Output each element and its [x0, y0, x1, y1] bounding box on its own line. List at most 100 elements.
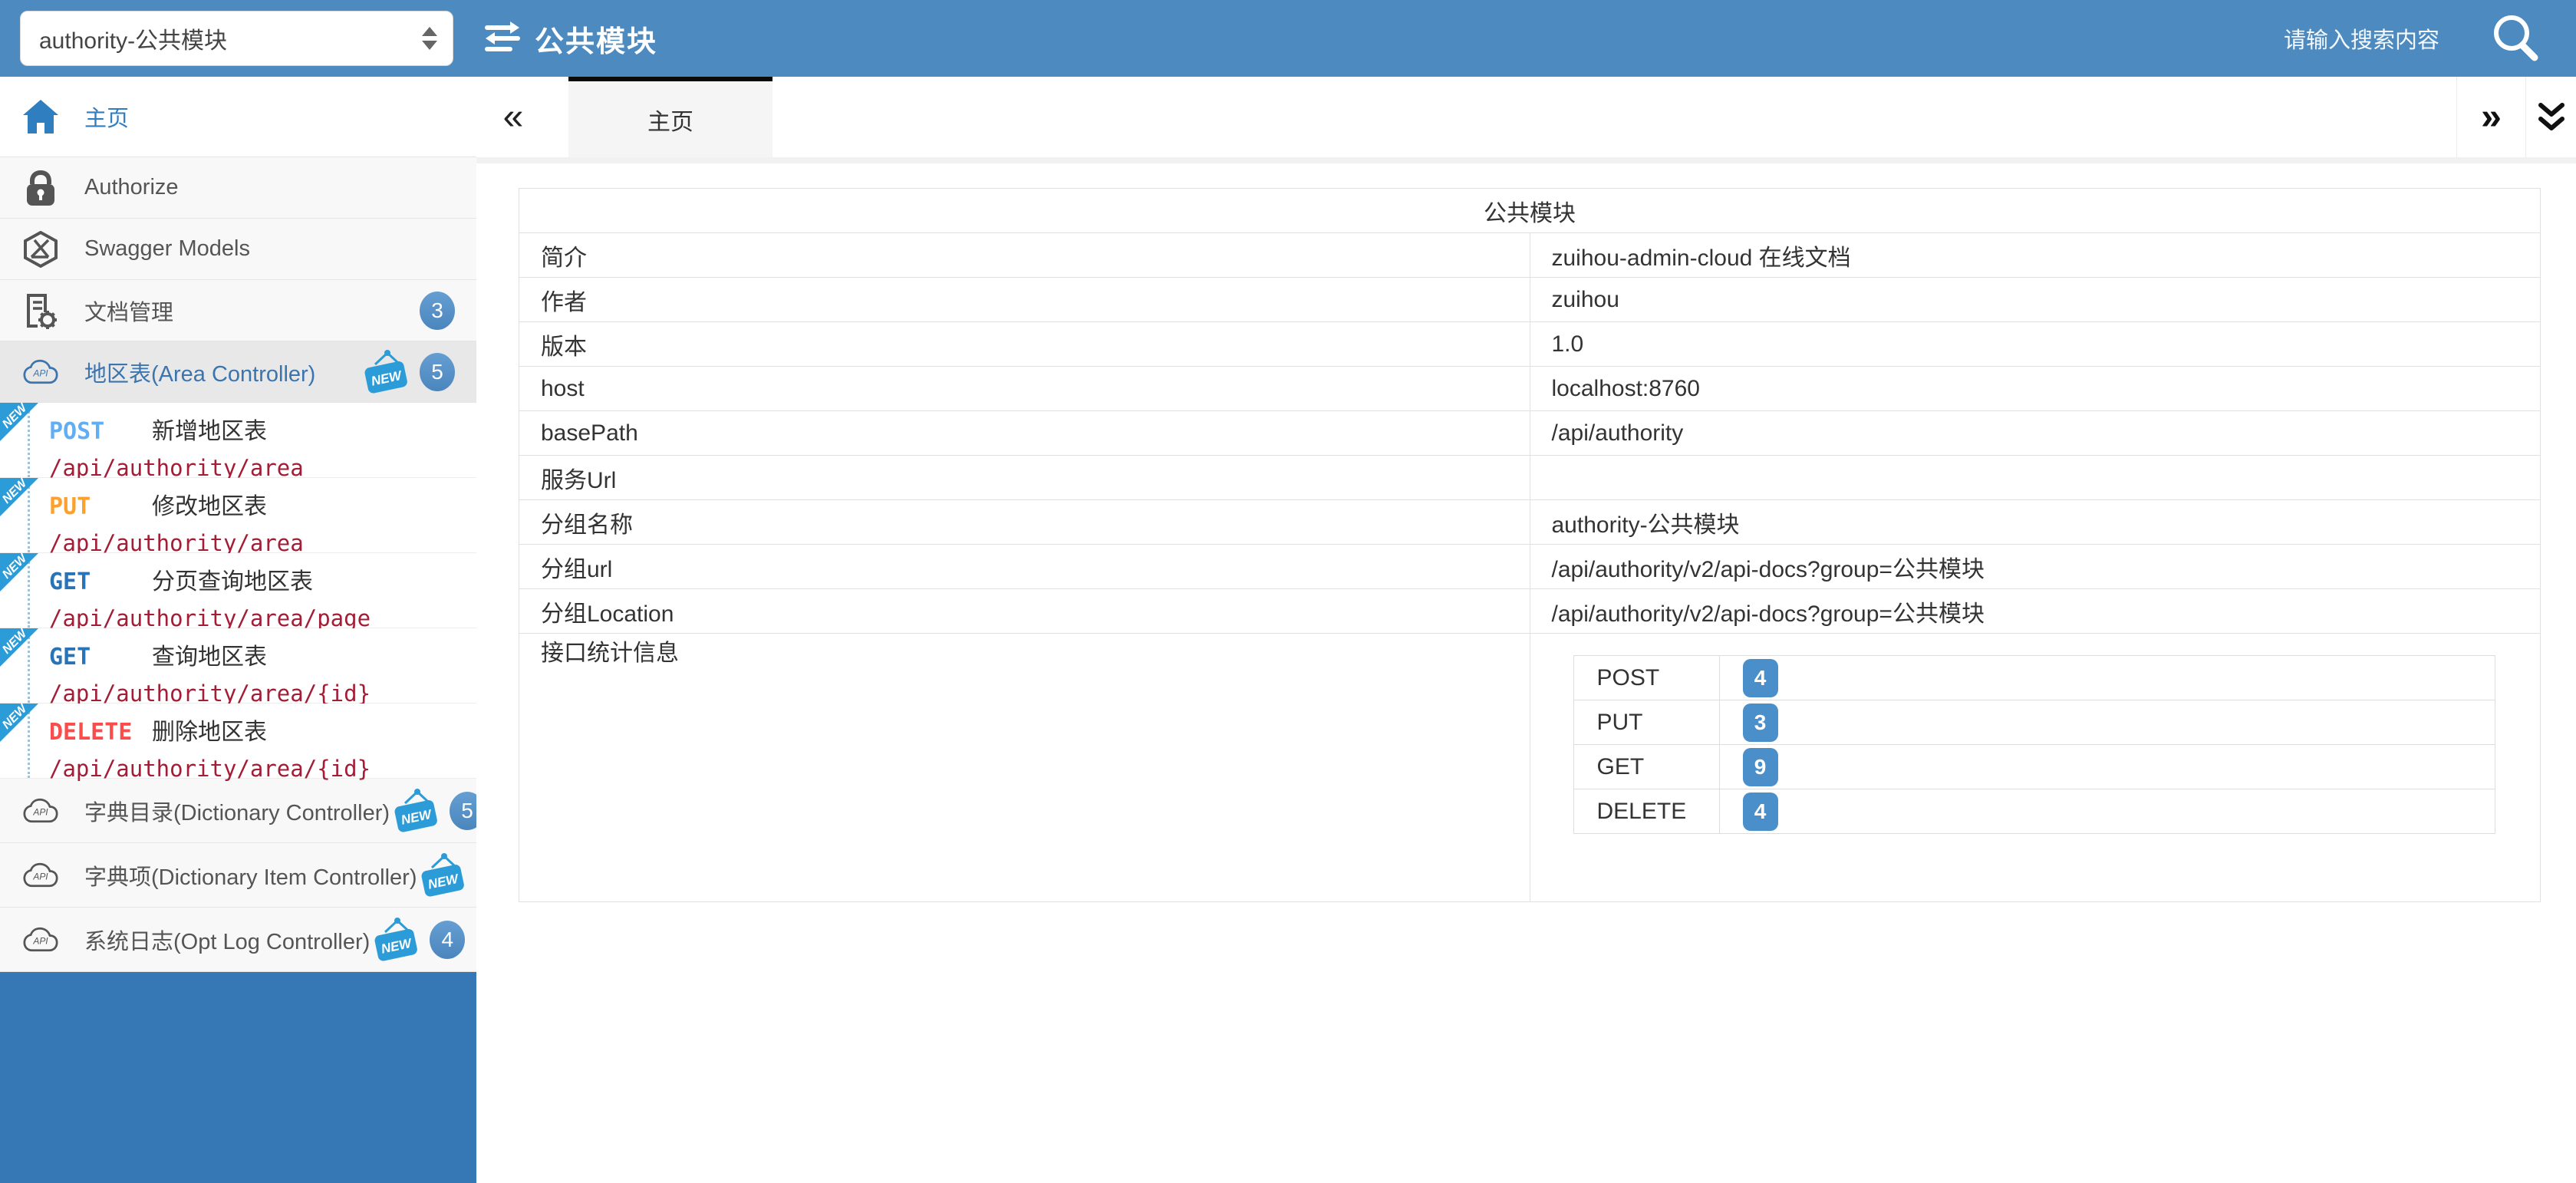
- info-value: zuihou-admin-cloud 在线文档: [1530, 233, 2541, 278]
- info-value: [1530, 456, 2541, 500]
- sidebar-item-dictionary-item-controller[interactable]: API 字典项(Dictionary Item Controller) NEW …: [0, 843, 476, 908]
- select-stepper-icon: [422, 27, 437, 50]
- endpoint-summary: 修改地区表: [152, 487, 267, 521]
- endpoint-summary: 查询地区表: [152, 638, 267, 671]
- tab-home[interactable]: 主页: [568, 77, 772, 157]
- info-value: /api/authority: [1530, 411, 2541, 456]
- table-row: 服务Url: [519, 456, 2541, 500]
- group-info-table: 公共模块 简介 zuihou-admin-cloud 在线文档 作者 zuiho…: [519, 188, 2541, 902]
- brand: 公共模块: [484, 18, 657, 60]
- doc-settings-icon: [23, 292, 58, 329]
- sidebar-item-doc-manage[interactable]: 文档管理 3: [0, 280, 476, 341]
- method-label: GET: [49, 644, 152, 671]
- sidebar-item-opt-log-controller[interactable]: API 系统日志(Opt Log Controller) NEW 4: [0, 908, 476, 972]
- cloud-api-icon: API: [23, 358, 58, 386]
- endpoint-path: /api/authority/area/{id}: [49, 680, 469, 707]
- method-label: PUT: [49, 493, 152, 520]
- method-count-badge: 9: [1743, 748, 1778, 786]
- sidebar-item-label: 系统日志(Opt Log Controller): [84, 924, 370, 956]
- sidebar-item-authorize[interactable]: Authorize: [0, 157, 476, 219]
- table-row: basePath /api/authority: [519, 411, 2541, 456]
- endpoint-delete-area-id[interactable]: NEW DELETE 删除地区表 /api/authority/area/{id…: [0, 704, 476, 779]
- svg-text:API: API: [32, 935, 48, 946]
- models-icon: [23, 231, 58, 268]
- endpoint-path: /api/authority/area: [49, 530, 469, 556]
- sidebar-item-label: 地区表(Area Controller): [84, 356, 315, 388]
- header-search[interactable]: 请输入搜索内容: [2284, 12, 2576, 65]
- svg-text:API: API: [32, 871, 48, 881]
- app-header: authority-公共模块 公共模块 请输入搜索内容: [0, 0, 2576, 77]
- method-count-badge: 4: [1743, 659, 1778, 697]
- count-badge: 3: [420, 292, 455, 330]
- tab-scroll-left-button[interactable]: «: [476, 77, 550, 157]
- tab-scroll-right-button[interactable]: »: [2456, 77, 2525, 157]
- sidebar-item-label: Swagger Models: [84, 236, 250, 262]
- group-select-value: authority-公共模块: [39, 21, 227, 55]
- endpoint-summary: 删除地区表: [152, 713, 267, 746]
- stats-label: 接口统计信息: [519, 634, 1530, 902]
- home-icon: [23, 100, 58, 133]
- group-info-panel: 公共模块 简介 zuihou-admin-cloud 在线文档 作者 zuiho…: [476, 188, 2576, 902]
- cloud-api-icon: API: [23, 797, 58, 825]
- table-row: 分组名称 authority-公共模块: [519, 500, 2541, 545]
- search-icon[interactable]: [2489, 12, 2542, 65]
- table-row: 版本 1.0: [519, 322, 2541, 367]
- info-value: /api/authority/v2/api-docs?group=公共模块: [1530, 545, 2541, 589]
- count-badge: 5: [420, 353, 455, 391]
- tab-bar-divider: [476, 157, 2576, 163]
- endpoint-put-area[interactable]: NEW PUT 修改地区表 /api/authority/area: [0, 478, 476, 553]
- method-label: GET: [49, 568, 152, 595]
- table-row: 作者 zuihou: [519, 278, 2541, 322]
- sidebar: 主页 Authorize S: [0, 77, 476, 1183]
- page-title: 公共模块: [535, 18, 657, 60]
- sidebar-item-label: 文档管理: [84, 295, 173, 327]
- table-row-stats: 接口统计信息 POST 4 PUT 3 GET 9: [519, 634, 2541, 902]
- tab-bar: « 主页 »: [476, 77, 2576, 157]
- new-sign-badge: NEW: [390, 788, 440, 834]
- sidebar-item-home[interactable]: 主页: [0, 77, 476, 157]
- count-badge: 5: [450, 792, 476, 830]
- sidebar-item-swagger-models[interactable]: Swagger Models: [0, 219, 476, 280]
- info-value: 1.0: [1530, 322, 2541, 367]
- method-label: POST: [49, 418, 152, 445]
- endpoint-get-area-id[interactable]: NEW GET 查询地区表 /api/authority/area/{id}: [0, 628, 476, 704]
- sidebar-item-label: 字典项(Dictionary Item Controller): [84, 859, 417, 891]
- method-label: DELETE: [49, 719, 152, 746]
- info-value: /api/authority/v2/api-docs?group=公共模块: [1530, 589, 2541, 634]
- endpoint-get-area-page[interactable]: NEW GET 分页查询地区表 /api/authority/area/page: [0, 553, 476, 628]
- main-content: « 主页 » 公共模块 简介 zuihou-admin-cloud 在线文档 作…: [476, 77, 2576, 1183]
- group-select[interactable]: authority-公共模块: [20, 11, 453, 66]
- method-count-badge: 3: [1743, 704, 1778, 742]
- info-value: zuihou: [1530, 278, 2541, 322]
- table-row: POST 4: [1573, 656, 2495, 700]
- table-row: DELETE 4: [1573, 789, 2495, 834]
- svg-text:API: API: [32, 367, 48, 378]
- new-sign-badge: NEW: [370, 917, 420, 963]
- info-table-title: 公共模块: [519, 189, 2541, 233]
- new-sign-badge: NEW: [417, 852, 467, 898]
- info-value: authority-公共模块: [1530, 500, 2541, 545]
- sidebar-item-dictionary-controller[interactable]: API 字典目录(Dictionary Controller) NEW 5: [0, 779, 476, 843]
- new-sign-badge: NEW: [360, 349, 410, 395]
- count-badge: 4: [430, 921, 465, 959]
- endpoint-list: NEW POST 新增地区表 /api/authority/area NEW P…: [0, 403, 476, 779]
- search-input[interactable]: 请输入搜索内容: [2284, 22, 2439, 54]
- swagger-doc-icon: [484, 20, 521, 57]
- tab-menu-button[interactable]: [2525, 77, 2576, 157]
- sidebar-item-area-controller[interactable]: API 地区表(Area Controller) NEW 5: [0, 341, 476, 403]
- table-row: host localhost:8760: [519, 367, 2541, 411]
- cloud-api-icon: API: [23, 862, 58, 889]
- table-row: PUT 3: [1573, 700, 2495, 745]
- table-row: 简介 zuihou-admin-cloud 在线文档: [519, 233, 2541, 278]
- endpoint-post-area[interactable]: NEW POST 新增地区表 /api/authority/area: [0, 403, 476, 478]
- endpoint-path: /api/authority/area/{id}: [49, 756, 469, 782]
- info-value: localhost:8760: [1530, 367, 2541, 411]
- endpoint-path: /api/authority/area/page: [49, 605, 469, 631]
- endpoint-summary: 分页查询地区表: [152, 562, 313, 596]
- double-chevron-down-icon: [2535, 101, 2568, 134]
- sidebar-item-label: 字典目录(Dictionary Controller): [84, 795, 390, 827]
- sidebar-item-label: Authorize: [84, 175, 179, 200]
- table-row: 分组Location /api/authority/v2/api-docs?gr…: [519, 589, 2541, 634]
- method-stats-table: POST 4 PUT 3 GET 9 DELETE: [1573, 655, 2496, 834]
- lock-icon: [23, 170, 58, 206]
